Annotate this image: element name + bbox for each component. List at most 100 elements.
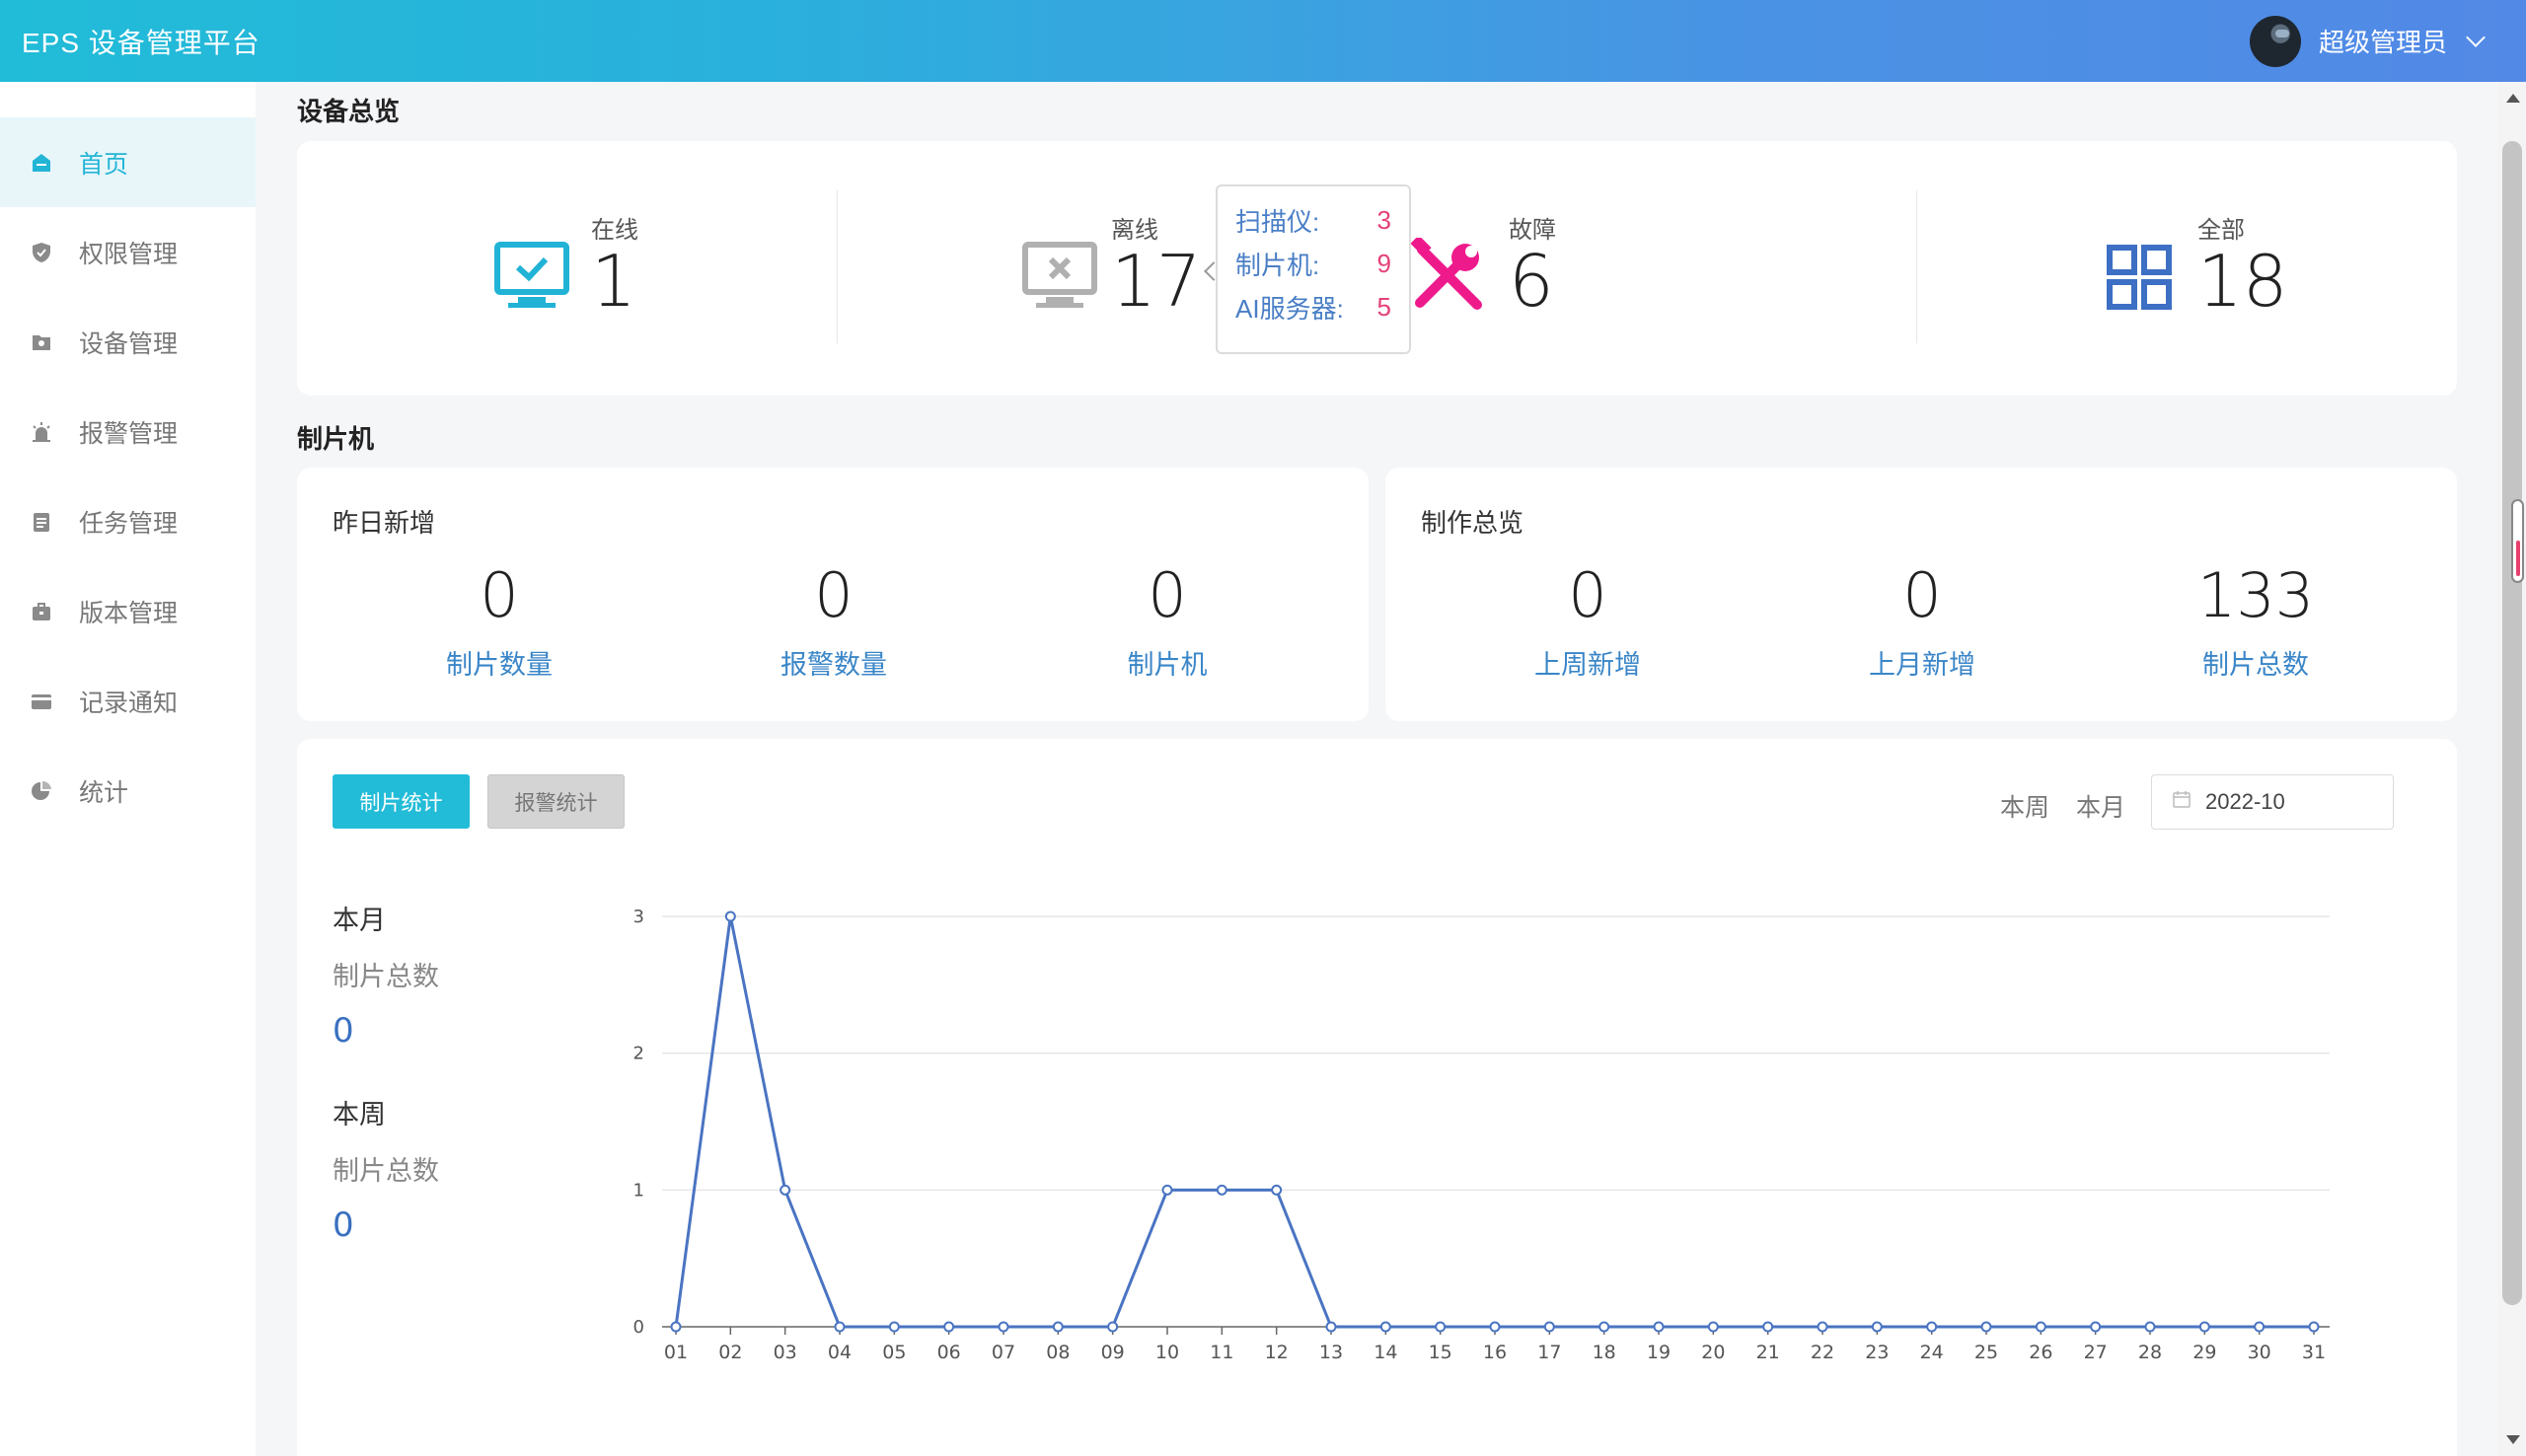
data-point xyxy=(1325,1321,1337,1333)
x-tick-label: 18 xyxy=(1593,1342,1616,1363)
x-tick-label: 11 xyxy=(1210,1342,1233,1363)
data-point xyxy=(1543,1321,1555,1333)
sidebar-item-devices[interactable]: 设备管理 xyxy=(0,297,256,387)
data-point xyxy=(670,1321,682,1333)
overview-title: 设备总览 xyxy=(297,97,401,126)
stat-label[interactable]: 制片数量 xyxy=(351,643,647,682)
tab-alarm-stats[interactable]: 报警统计 xyxy=(487,774,625,829)
data-point xyxy=(834,1321,846,1333)
data-point xyxy=(2090,1321,2102,1333)
x-tick-label: 24 xyxy=(1920,1342,1944,1363)
month-summary-value: 0 xyxy=(333,1011,354,1051)
x-tick-label: 04 xyxy=(828,1342,852,1363)
stat-label[interactable]: 制片总数 xyxy=(2108,643,2404,682)
sidebar-item-permissions[interactable]: 权限管理 xyxy=(0,207,256,297)
stat-label[interactable]: 报警数量 xyxy=(686,643,982,682)
fault-stat[interactable]: 故障 6 xyxy=(1376,141,1916,396)
x-tick-label: 01 xyxy=(664,1342,688,1363)
month-summary: 本月 制片总数 0 xyxy=(333,899,439,1051)
sidebar-item-home[interactable]: 首页 xyxy=(0,117,256,207)
week-summary: 本周 制片总数 0 xyxy=(333,1093,439,1245)
period-month-button[interactable]: 本月 xyxy=(2076,788,2125,824)
stat-number: 0 xyxy=(480,559,519,631)
sidebar-item-tasks[interactable]: 任务管理 xyxy=(0,476,256,566)
data-point xyxy=(1871,1321,1883,1333)
stat-item: 0 制片数量 xyxy=(351,556,647,682)
data-point xyxy=(1817,1321,1828,1333)
tools-icon xyxy=(1410,235,1489,322)
home-icon xyxy=(30,151,53,175)
avatar[interactable] xyxy=(2249,15,2301,67)
side-panel-handle[interactable] xyxy=(2511,499,2524,583)
data-point xyxy=(1926,1321,1938,1333)
yesterday-card: 昨日新增 0 制片数量 0 报警数量 0 制片机 xyxy=(297,468,1369,721)
briefcase-icon xyxy=(30,600,53,623)
x-tick-label: 15 xyxy=(1429,1342,1452,1363)
tooltip-key: AI服务器: xyxy=(1235,293,1344,324)
data-point xyxy=(724,910,736,922)
data-point xyxy=(943,1321,955,1333)
scroll-down-icon[interactable] xyxy=(2506,1435,2520,1444)
monitor-offline-icon xyxy=(1022,242,1097,316)
calendar-icon xyxy=(2172,789,2192,815)
data-point xyxy=(2198,1321,2210,1333)
stat-number: 0 xyxy=(1148,559,1187,631)
sidebar-item-label: 记录通知 xyxy=(79,689,179,717)
sidebar-item-label: 统计 xyxy=(79,778,129,807)
data-point xyxy=(1598,1321,1610,1333)
y-tick-label: 2 xyxy=(633,1044,644,1064)
stat-number: 0 xyxy=(1568,559,1607,631)
scroll-up-icon[interactable] xyxy=(2506,94,2520,103)
month-picker[interactable]: 2022-10 xyxy=(2151,774,2394,830)
stat-item: 0 制片机 xyxy=(1019,556,1315,682)
stat-item: 0 上月新增 xyxy=(1774,556,2070,682)
x-tick-label: 13 xyxy=(1319,1342,1343,1363)
tooltip-value: 5 xyxy=(1376,291,1391,322)
all-stat[interactable]: 全部 18 xyxy=(1916,141,2456,396)
data-point xyxy=(1489,1321,1501,1333)
sidebar-item-label: 设备管理 xyxy=(79,329,179,358)
week-summary-head: 本周 xyxy=(333,1100,386,1129)
sidebar-item-versions[interactable]: 版本管理 xyxy=(0,566,256,656)
card-icon xyxy=(30,690,53,713)
data-point xyxy=(1435,1321,1447,1333)
tooltip-row: AI服务器: 5 xyxy=(1235,285,1391,328)
stat-label[interactable]: 制片机 xyxy=(1019,643,1315,682)
clipboard-icon xyxy=(30,510,53,534)
grid-icon xyxy=(2107,245,2172,315)
chevron-down-icon[interactable] xyxy=(2466,27,2486,47)
data-point xyxy=(1052,1321,1064,1333)
sidebar-item-alarms[interactable]: 报警管理 xyxy=(0,387,256,476)
tooltip-row: 制片机: 9 xyxy=(1235,242,1391,285)
x-tick-label: 05 xyxy=(882,1342,906,1363)
vertical-scrollbar[interactable] xyxy=(2497,82,2526,1456)
x-tick-label: 23 xyxy=(1865,1342,1889,1363)
tooltip-value: 9 xyxy=(1376,248,1391,278)
sidebar-item-records[interactable]: 记录通知 xyxy=(0,656,256,746)
production-overview-card: 制作总览 0 上周新增 0 上月新增 133 制片总数 xyxy=(1385,468,2457,721)
data-point xyxy=(888,1321,900,1333)
username[interactable]: 超级管理员 xyxy=(2319,23,2447,59)
sidebar: 首页 权限管理 设备管理 报警管理 任务管理 版本管理 记录通知 统计 xyxy=(0,82,256,1456)
offline-value: 17 xyxy=(1111,240,1202,323)
main-content: 设备总览 在线 1 离线 17 故障 6 全部 18 扫描仪: 3 制片机: 9… xyxy=(256,82,2497,1456)
period-week-button[interactable]: 本周 xyxy=(2000,788,2049,824)
user-menu[interactable]: 超级管理员 xyxy=(2249,0,2486,82)
x-tick-label: 02 xyxy=(718,1342,742,1363)
stat-label[interactable]: 上周新增 xyxy=(1440,643,1736,682)
month-summary-sub: 制片总数 xyxy=(333,962,439,991)
tooltip-key: 扫描仪: xyxy=(1235,206,1320,237)
online-stat[interactable]: 在线 1 xyxy=(297,141,837,396)
yesterday-title: 昨日新增 xyxy=(333,508,436,538)
x-tick-label: 17 xyxy=(1537,1342,1561,1363)
sidebar-item-statistics[interactable]: 统计 xyxy=(0,746,256,836)
x-tick-label: 19 xyxy=(1647,1342,1671,1363)
stat-label[interactable]: 上月新增 xyxy=(1774,643,2070,682)
data-point xyxy=(1379,1321,1391,1333)
tab-production-stats[interactable]: 制片统计 xyxy=(333,774,470,829)
tooltip-row: 扫描仪: 3 xyxy=(1235,198,1391,242)
all-value: 18 xyxy=(2197,240,2288,323)
week-summary-value: 0 xyxy=(333,1205,354,1245)
x-tick-label: 30 xyxy=(2248,1342,2271,1363)
scroll-thumb[interactable] xyxy=(2502,141,2522,1305)
